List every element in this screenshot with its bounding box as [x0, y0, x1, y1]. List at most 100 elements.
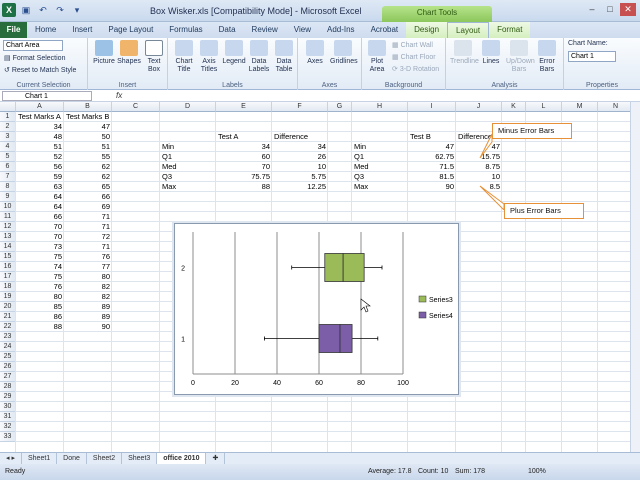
cell[interactable]: 34	[274, 142, 326, 152]
row-header[interactable]: 14	[0, 242, 16, 252]
cell[interactable]: 60	[218, 152, 270, 162]
cell[interactable]: 66	[18, 212, 62, 222]
row-header[interactable]: 32	[0, 422, 16, 432]
cell[interactable]: 75	[18, 272, 62, 282]
cell[interactable]: 88	[18, 322, 62, 332]
row-header[interactable]: 33	[0, 432, 16, 442]
error-bars-button[interactable]: Error Bars	[534, 40, 560, 74]
cell[interactable]: 88	[218, 182, 270, 192]
cell[interactable]: Test Marks A	[18, 112, 62, 122]
cell[interactable]: 89	[66, 302, 110, 312]
cell[interactable]: 10	[274, 162, 326, 172]
cell[interactable]: 51	[66, 142, 110, 152]
cell[interactable]: 50	[66, 132, 110, 142]
cell[interactable]: 62	[66, 162, 110, 172]
sheet-nav-icon[interactable]: ◂ ▸	[0, 453, 22, 464]
vertical-scrollbar[interactable]	[630, 102, 640, 452]
column-header[interactable]: D	[160, 102, 216, 112]
row-header[interactable]: 31	[0, 412, 16, 422]
cell[interactable]: 51	[18, 142, 62, 152]
picture-button[interactable]: Picture	[91, 40, 117, 66]
cell[interactable]: Test B	[410, 132, 454, 142]
column-header[interactable]: F	[272, 102, 328, 112]
row-header[interactable]: 4	[0, 142, 16, 152]
cell[interactable]: Q3	[162, 172, 214, 182]
sheet-tab-active[interactable]: office 2010	[157, 453, 207, 464]
chart-name-input[interactable]: Chart 1	[568, 51, 616, 62]
row-header[interactable]: 3	[0, 132, 16, 142]
row-header[interactable]: 22	[0, 322, 16, 332]
close-icon[interactable]: ✕	[620, 3, 636, 16]
zoom-level[interactable]: 100%	[528, 464, 546, 480]
cell[interactable]: 71	[66, 242, 110, 252]
row-header[interactable]: 18	[0, 282, 16, 292]
row-header[interactable]: 15	[0, 252, 16, 262]
text-box-button[interactable]: Text Box	[141, 40, 167, 74]
row-header[interactable]: 11	[0, 212, 16, 222]
cell[interactable]: Max	[354, 182, 406, 192]
tab-review[interactable]: Review	[244, 22, 286, 38]
column-header[interactable]: K	[502, 102, 526, 112]
cell[interactable]: 82	[66, 282, 110, 292]
row-header[interactable]: 25	[0, 352, 16, 362]
rotation-button[interactable]: ⟳ 3-D Rotation	[392, 65, 439, 73]
row-header[interactable]: 27	[0, 372, 16, 382]
column-header[interactable]: E	[216, 102, 272, 112]
plus-error-bars-callout[interactable]: Plus Error Bars	[504, 203, 584, 219]
row-header[interactable]: 23	[0, 332, 16, 342]
cell[interactable]: 75	[18, 252, 62, 262]
cell[interactable]: 76	[18, 282, 62, 292]
cell[interactable]: 12.25	[274, 182, 326, 192]
fx-icon[interactable]: fx	[116, 91, 122, 100]
select-all-corner[interactable]	[0, 102, 16, 112]
row-header[interactable]: 9	[0, 192, 16, 202]
cell[interactable]: 64	[18, 192, 62, 202]
cell[interactable]: 86	[18, 312, 62, 322]
cell[interactable]: Med	[162, 162, 214, 172]
cell[interactable]: 72	[66, 232, 110, 242]
sheet-tab[interactable]: Sheet3	[122, 453, 158, 464]
cell[interactable]: Q3	[354, 172, 406, 182]
row-header[interactable]: 24	[0, 342, 16, 352]
cell[interactable]: Max	[162, 182, 214, 192]
cell[interactable]: 85	[18, 302, 62, 312]
cell[interactable]: 34	[18, 122, 62, 132]
cell[interactable]: 34	[218, 142, 270, 152]
column-header[interactable]: N	[598, 102, 630, 112]
cell[interactable]: 59	[18, 172, 62, 182]
excel-logo-icon[interactable]: X	[2, 3, 16, 17]
sheet-tab[interactable]: Sheet1	[22, 453, 58, 464]
cell[interactable]: Q1	[354, 152, 406, 162]
cell[interactable]: Difference	[274, 132, 326, 142]
tab-view[interactable]: View	[286, 22, 319, 38]
cell[interactable]: 70	[18, 222, 62, 232]
cell[interactable]: 48	[18, 132, 62, 142]
tab-format[interactable]: Format	[489, 22, 531, 38]
cell[interactable]: 80	[18, 292, 62, 302]
tab-formulas[interactable]: Formulas	[161, 22, 210, 38]
cell[interactable]: 70	[218, 162, 270, 172]
cell[interactable]: Q1	[162, 152, 214, 162]
tab-add-ins[interactable]: Add-Ins	[319, 22, 363, 38]
cell[interactable]: 77	[66, 262, 110, 272]
trendline-button[interactable]: Trendline	[450, 40, 479, 66]
row-header[interactable]: 8	[0, 182, 16, 192]
cell[interactable]: 71.5	[410, 162, 454, 172]
column-header[interactable]: J	[456, 102, 502, 112]
cell[interactable]: 76	[66, 252, 110, 262]
gridlines-button[interactable]: Gridlines	[330, 40, 358, 66]
chart-wall-button[interactable]: ▦ Chart Wall	[392, 41, 433, 49]
cell[interactable]: Min	[162, 142, 214, 152]
cell[interactable]: 26	[274, 152, 326, 162]
insert-sheet-icon[interactable]: ✚	[206, 453, 226, 464]
data-labels-button[interactable]: Data Labels	[246, 40, 272, 74]
row-header[interactable]: 10	[0, 202, 16, 212]
maximize-icon[interactable]: □	[602, 3, 618, 16]
box-plot-chart[interactable]: 0 20 40 60 80 100 1 2 Series3 Series4	[174, 223, 459, 395]
cell[interactable]: 66	[66, 192, 110, 202]
cell[interactable]: 63	[18, 182, 62, 192]
format-selection-button[interactable]: ▤ Format Selection	[4, 54, 65, 62]
cell[interactable]: 71	[66, 212, 110, 222]
tab-layout[interactable]: Layout	[447, 22, 490, 38]
column-header[interactable]: G	[328, 102, 352, 112]
